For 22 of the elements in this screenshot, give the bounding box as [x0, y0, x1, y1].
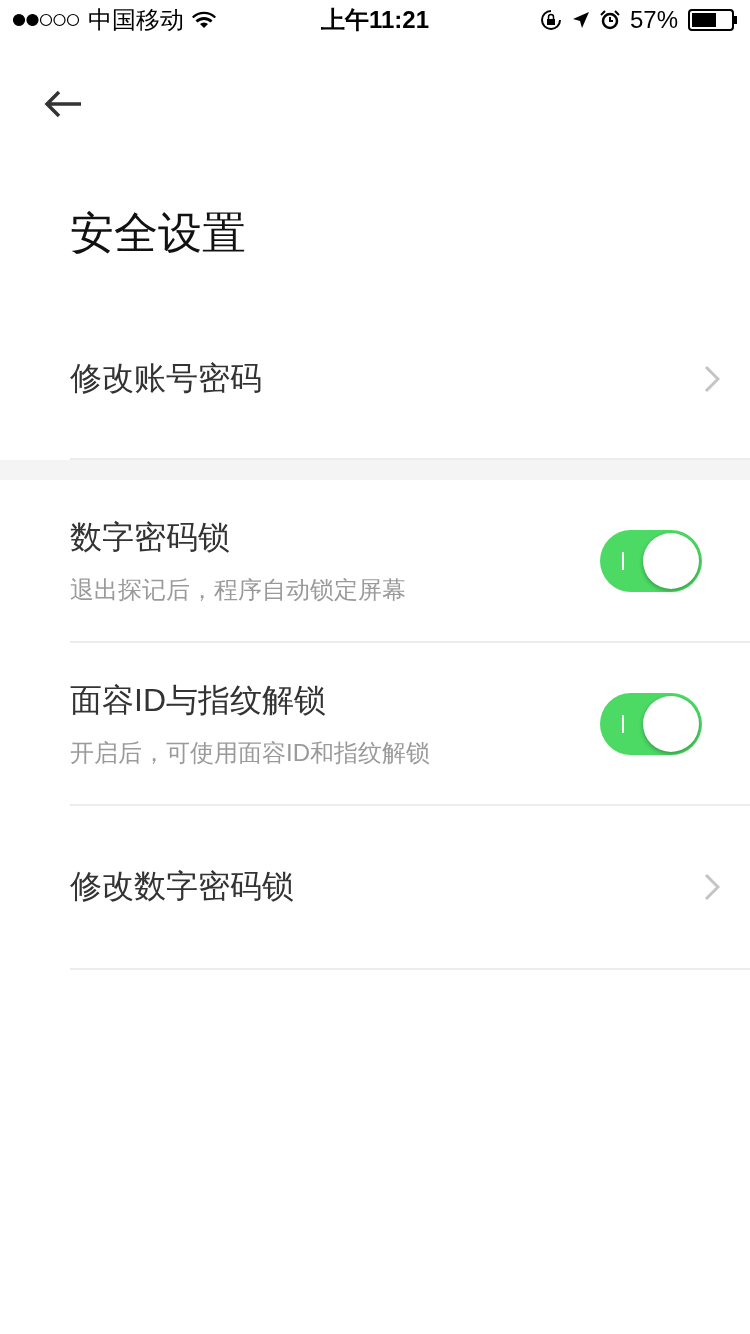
settings-row[interactable]: 修改数字密码锁	[70, 806, 750, 970]
row-label: 修改数字密码锁	[70, 867, 294, 906]
status-time: 上午11:21	[320, 5, 430, 35]
rotation-lock-icon	[539, 9, 562, 31]
chevron-icon	[704, 873, 720, 901]
wifi-icon	[192, 11, 216, 29]
battery-icon	[688, 9, 738, 31]
toggle-switch[interactable]	[600, 692, 702, 755]
back-arrow-icon	[43, 89, 83, 119]
row-description: 开启后，可使用面容ID和指纹解锁	[70, 737, 430, 768]
carrier-name: 中国移动	[88, 5, 184, 35]
toggle-switch[interactable]	[600, 529, 702, 592]
location-arrow-icon	[571, 11, 590, 29]
chevron-icon	[704, 365, 720, 393]
signal-icon	[12, 13, 80, 27]
row-description: 退出探记后，程序自动锁定屏幕	[70, 574, 406, 605]
alarm-icon	[599, 10, 620, 30]
battery-percent: 57%	[629, 6, 678, 34]
row-label: 修改账号密码	[70, 359, 262, 398]
row-label: 数字密码锁	[70, 517, 231, 557]
page-title: 安全设置	[69, 206, 247, 259]
row-label: 面容ID与指纹解锁	[70, 680, 327, 720]
